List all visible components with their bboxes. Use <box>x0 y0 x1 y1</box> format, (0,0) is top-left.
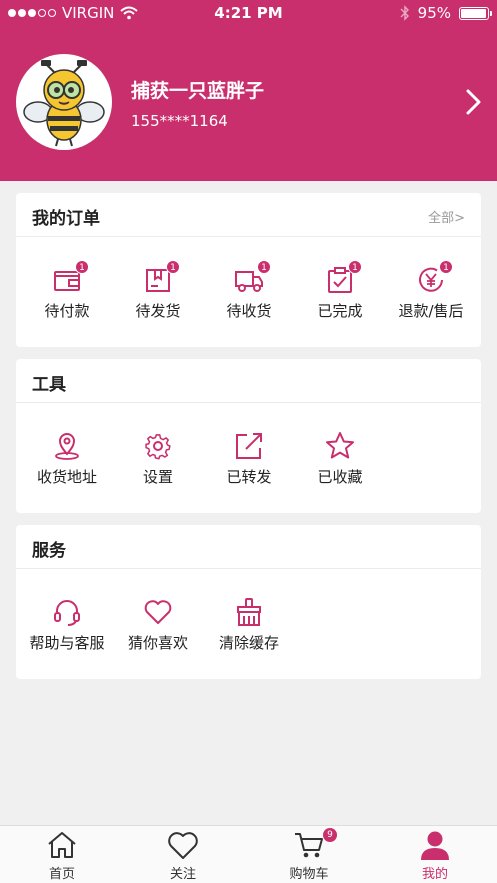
service-item-clear-cache[interactable]: 清除缓存 <box>203 570 295 680</box>
tab-home[interactable]: 首页 <box>12 826 112 883</box>
profile-row[interactable]: 捕获一只蓝胖子 155****1164 <box>0 54 497 150</box>
tab-mine[interactable]: 我的 <box>385 826 485 883</box>
battery-percent: 95% <box>417 4 451 22</box>
tools-grid: 收货地址 设置 已转发 已收藏 <box>16 404 481 514</box>
tool-item-settings[interactable]: 设置 <box>112 404 204 514</box>
battery-icon <box>459 6 492 20</box>
order-item-pending-receipt[interactable]: 1 待收货 <box>203 238 295 348</box>
service-item-help[interactable]: 帮助与客服 <box>21 570 113 680</box>
person-icon <box>421 831 449 860</box>
tab-label: 关注 <box>169 867 196 882</box>
services-card: 服务 帮助与客服 猜你喜欢 清除缓存 <box>16 525 481 679</box>
badge: 1 <box>348 260 362 274</box>
gear-icon <box>145 434 171 460</box>
cart-icon <box>295 833 323 858</box>
tools-card: 工具 收货地址 设置 已转发 已收藏 <box>16 359 481 513</box>
tool-item-label: 已收藏 <box>317 468 363 486</box>
bee-avatar-image <box>23 60 105 147</box>
bluetooth-icon <box>400 5 409 21</box>
tool-item-shared[interactable]: 已转发 <box>203 404 295 514</box>
services-grid: 帮助与客服 猜你喜欢 清除缓存 <box>16 570 481 680</box>
orders-header: 我的订单 全部> <box>16 193 481 237</box>
home-icon <box>48 832 76 858</box>
order-item-pending-shipment[interactable]: 1 待发货 <box>112 238 204 348</box>
bottom-tab-bar: 首页 关注 9 购物车 我的 <box>0 825 497 883</box>
tab-label: 首页 <box>48 867 75 882</box>
tools-title: 工具 <box>32 375 66 395</box>
order-item-refund[interactable]: 1 退款/售后 <box>385 238 477 348</box>
badge: 1 <box>75 260 89 274</box>
order-item-pending-payment[interactable]: 1 待付款 <box>21 238 113 348</box>
order-item-label: 退款/售后 <box>398 302 464 320</box>
badge: 1 <box>257 260 271 274</box>
services-title: 服务 <box>32 541 66 561</box>
star-icon <box>326 432 354 459</box>
chevron-right-icon[interactable] <box>463 88 483 116</box>
heart-icon <box>144 600 172 624</box>
services-header: 服务 <box>16 525 481 569</box>
cart-badge: 9 <box>323 828 337 842</box>
tab-cart[interactable]: 9 购物车 <box>259 826 359 883</box>
orders-card: 我的订单 全部> 1 待付款 1 待发货 1 待收货 1 已完成 1 退款/售后 <box>16 193 481 347</box>
broom-icon <box>237 598 261 626</box>
avatar[interactable] <box>16 54 112 150</box>
profile-header: VIRGIN 4:21 PM 95% 捕获一只蓝胖子 155****1164 <box>0 0 497 181</box>
share-icon <box>236 433 262 459</box>
status-bar: VIRGIN 4:21 PM 95% <box>0 0 497 26</box>
tool-item-address[interactable]: 收货地址 <box>21 404 113 514</box>
location-pin-icon <box>55 433 79 460</box>
heart-icon <box>168 832 198 859</box>
tab-label: 我的 <box>421 867 448 882</box>
orders-grid: 1 待付款 1 待发货 1 待收货 1 已完成 1 退款/售后 <box>16 238 481 348</box>
badge: 1 <box>166 260 180 274</box>
orders-title: 我的订单 <box>32 209 100 229</box>
service-item-recommend[interactable]: 猜你喜欢 <box>112 570 204 680</box>
battery-group: 95% <box>400 4 492 22</box>
tab-label: 购物车 <box>289 867 329 882</box>
badge: 1 <box>439 260 453 274</box>
user-phone: 155****1164 <box>131 112 228 130</box>
orders-view-all-link[interactable]: 全部> <box>428 207 465 226</box>
order-item-completed[interactable]: 1 已完成 <box>294 238 386 348</box>
user-name: 捕获一只蓝胖子 <box>131 80 265 102</box>
headset-icon <box>54 600 80 626</box>
tab-follow[interactable]: 关注 <box>133 826 233 883</box>
service-item-label: 清除缓存 <box>218 634 279 652</box>
tools-header: 工具 <box>16 359 481 403</box>
tool-item-favorites[interactable]: 已收藏 <box>294 404 386 514</box>
